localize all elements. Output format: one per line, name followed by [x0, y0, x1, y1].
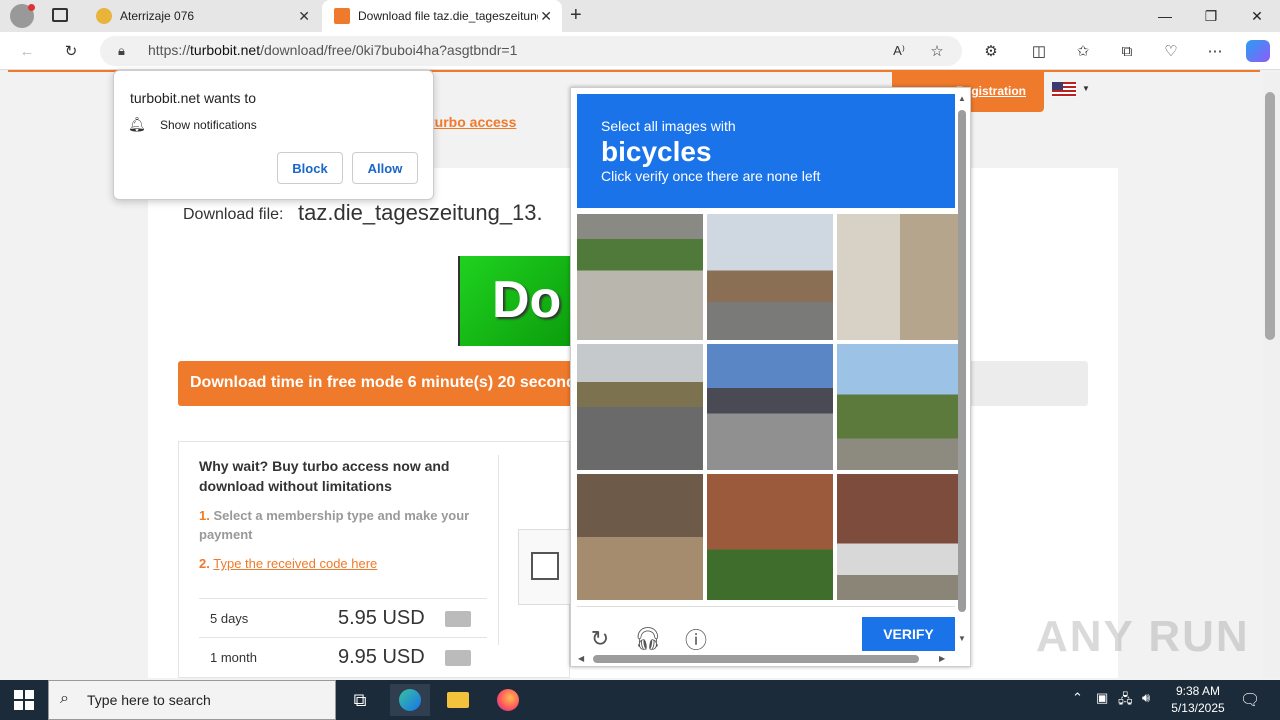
captcha-image-tile[interactable] — [707, 214, 833, 340]
minimize-icon[interactable]: — — [1142, 0, 1188, 32]
turbo-access-link[interactable]: turbo access — [430, 114, 516, 130]
copilot-icon[interactable] — [1246, 40, 1270, 62]
download-banner[interactable]: Do — [458, 256, 578, 346]
credit-card-icon — [445, 611, 471, 627]
clock[interactable]: 9:38 AM 5/13/2025 — [1168, 683, 1228, 717]
back-icon[interactable]: ← — [16, 40, 38, 62]
scroll-left-icon[interactable]: ◀ — [578, 654, 584, 663]
split-screen-icon[interactable]: ◫ — [1028, 40, 1050, 62]
restore-icon[interactable]: ❐ — [1188, 0, 1234, 32]
verify-button[interactable]: VERIFY — [862, 617, 955, 651]
tab-title: Aterrizaje 076 — [120, 9, 195, 23]
captcha-image-tile[interactable] — [707, 474, 833, 600]
new-tab-icon[interactable]: + — [570, 4, 582, 27]
file-explorer-icon[interactable] — [438, 684, 478, 716]
allow-button[interactable]: Allow — [352, 152, 418, 184]
download-file-label: Download file: — [183, 206, 284, 223]
plan-duration: 5 days — [210, 611, 249, 626]
refresh-icon[interactable]: ↻ — [60, 40, 82, 62]
plan-price: 5.95 USD — [338, 607, 425, 629]
captcha-image-tile[interactable] — [577, 474, 703, 600]
captcha-image-tile[interactable] — [707, 344, 833, 470]
block-button[interactable]: Block — [277, 152, 343, 184]
captcha-image-tile[interactable] — [837, 344, 963, 470]
captcha-target-object: bicycles — [601, 136, 712, 167]
url-text[interactable]: https://turbobit.net/download/free/0ki7b… — [148, 42, 517, 58]
collections-icon[interactable]: ⧉ — [1116, 40, 1138, 62]
more-menu-icon[interactable]: ⋯ — [1204, 40, 1226, 62]
us-flag-icon[interactable] — [1052, 82, 1076, 97]
file-name: taz.die_tageszeitung_13. — [298, 200, 543, 225]
banner-text: Do — [492, 271, 562, 329]
favorite-star-icon[interactable]: ☆ — [926, 40, 948, 62]
step-1: 1. Select a membership type and make you… — [199, 508, 470, 542]
scroll-right-icon[interactable]: ▶ — [939, 654, 945, 663]
search-icon: ⌕ — [60, 690, 69, 707]
captcha-checkbox[interactable] — [531, 552, 559, 580]
close-tab-icon[interactable]: ✕ — [540, 8, 552, 25]
plan-row[interactable]: 1 month 9.95 USD — [199, 637, 487, 676]
tab-download-file[interactable]: Download file taz.die_tageszeitung ✕ — [322, 0, 562, 32]
windows-start-icon[interactable] — [14, 690, 34, 710]
task-view-icon[interactable]: ⧉ — [340, 684, 380, 716]
audio-challenge-icon[interactable]: 🎧︎ — [634, 626, 662, 652]
captcha-horizontal-scrollbar[interactable] — [593, 655, 919, 663]
captcha-image-tile[interactable] — [577, 214, 703, 340]
firefox-icon[interactable] — [488, 684, 528, 716]
performance-icon[interactable]: ♡ — [1160, 40, 1182, 62]
refresh-challenge-icon[interactable]: ↻ — [587, 626, 613, 652]
tab-aterrizaje[interactable]: Aterrizaje 076 ✕ — [84, 0, 320, 32]
download-time-text: Download time in free mode 6 minute(s) 2… — [190, 374, 576, 391]
close-tab-icon[interactable]: ✕ — [298, 8, 310, 25]
permission-request: Show notifications — [160, 118, 257, 132]
scroll-down-icon[interactable]: ▼ — [958, 634, 966, 643]
captcha-image-tile[interactable] — [837, 214, 963, 340]
profile-badge-icon — [28, 4, 35, 11]
extensions-icon[interactable]: ⚙ — [980, 40, 1002, 62]
plan-row[interactable]: 5 days 5.95 USD — [199, 598, 487, 637]
shield-favicon-icon — [96, 8, 112, 24]
captcha-image-tile[interactable] — [577, 344, 703, 470]
credit-card-icon — [445, 650, 471, 666]
search-placeholder: Type here to search — [87, 692, 211, 708]
captcha-image-tile[interactable] — [837, 474, 963, 600]
volume-icon[interactable]: 🔊︎ — [1142, 690, 1150, 706]
step-2[interactable]: 2. Type the received code here — [199, 556, 377, 571]
anyrun-watermark: ANY RUN — [1036, 612, 1250, 661]
tab-actions-icon[interactable] — [52, 8, 68, 22]
captcha-vertical-scrollbar[interactable] — [958, 110, 966, 612]
scroll-up-icon[interactable]: ▲ — [958, 94, 966, 103]
offer-divider — [498, 455, 499, 645]
captcha-select-text: Select all images with — [601, 118, 736, 134]
device-icon[interactable]: ▣ — [1096, 690, 1108, 706]
info-icon[interactable]: ⓘ — [683, 626, 709, 653]
network-icon[interactable]: 🖧︎ — [1118, 690, 1133, 712]
plan-duration: 1 month — [210, 650, 257, 665]
close-window-icon[interactable]: ✕ — [1234, 0, 1280, 32]
notification-center-icon[interactable]: 🗨︎ — [1240, 690, 1260, 710]
lock-icon[interactable]: 🔒︎ — [118, 43, 125, 59]
edge-app-icon[interactable] — [390, 684, 430, 716]
language-dropdown-icon[interactable]: ▼ — [1082, 84, 1090, 93]
tray-overflow-icon[interactable]: ⌃ — [1072, 690, 1083, 706]
read-aloud-icon[interactable]: A⁾ — [888, 40, 910, 62]
bell-icon: 🔔︎ — [128, 116, 146, 132]
plan-price: 9.95 USD — [338, 646, 425, 668]
why-wait-title: Why wait? Buy turbo access now and downl… — [199, 458, 450, 494]
favorites-icon[interactable]: ✩ — [1072, 40, 1094, 62]
tab-title: Download file taz.die_tageszeitung — [358, 9, 538, 23]
turbobit-favicon-icon — [334, 8, 350, 24]
captcha-instruction: Click verify once there are none left — [601, 168, 821, 184]
captcha-footer-divider — [577, 606, 955, 607]
page-scrollbar-thumb[interactable] — [1265, 92, 1275, 340]
permission-title: turbobit.net wants to — [130, 90, 257, 106]
